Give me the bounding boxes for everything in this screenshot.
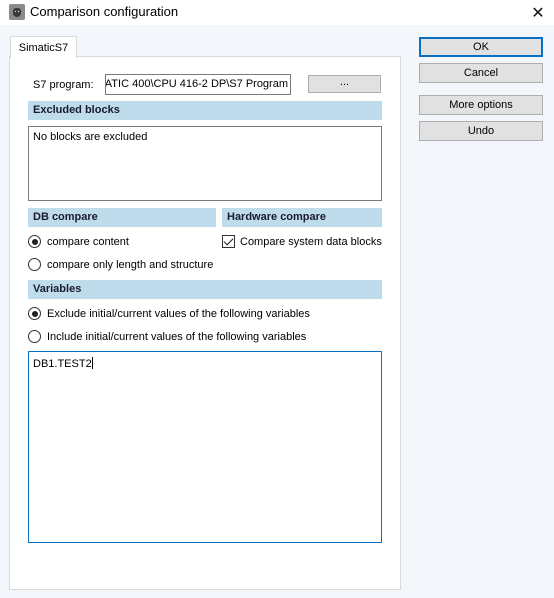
radio-exclude-values[interactable]: Exclude initial/current values of the fo… bbox=[28, 307, 310, 320]
radio-compare-length-structure[interactable]: compare only length and structure bbox=[28, 258, 213, 271]
radio-label: compare only length and structure bbox=[47, 258, 214, 271]
excluded-blocks-header: Excluded blocks bbox=[28, 101, 382, 120]
radio-include-values[interactable]: Include initial/current values of the fo… bbox=[28, 330, 306, 343]
app-dog-icon bbox=[9, 4, 25, 20]
more-options-button[interactable]: More options bbox=[419, 95, 543, 115]
variables-text: DB1.TEST2 bbox=[33, 358, 92, 370]
tab-simatics7[interactable]: SimaticS7 bbox=[10, 36, 77, 58]
checkbox-compare-system-data-blocks[interactable]: Compare system data blocks bbox=[222, 235, 382, 248]
radio-label: Include initial/current values of the fo… bbox=[47, 330, 307, 343]
ok-button[interactable]: OK bbox=[419, 37, 543, 57]
radio-button[interactable] bbox=[28, 258, 41, 271]
db-compare-header: DB compare bbox=[28, 208, 216, 227]
hardware-compare-header: Hardware compare bbox=[222, 208, 382, 227]
s7-program-label: S7 program: bbox=[33, 79, 94, 91]
radio-button[interactable] bbox=[28, 235, 41, 248]
window-title: Comparison configuration bbox=[30, 4, 179, 19]
checkbox-label: Compare system data blocks bbox=[240, 235, 382, 248]
excluded-blocks-list[interactable]: No blocks are excluded bbox=[28, 126, 382, 201]
variables-textarea[interactable]: DB1.TEST2 bbox=[28, 351, 382, 543]
list-item: No blocks are excluded bbox=[33, 131, 148, 143]
cancel-button[interactable]: Cancel bbox=[419, 63, 543, 83]
radio-label: compare content bbox=[47, 235, 129, 248]
s7-program-value: SIMATIC 400\CPU 416-2 DP\S7 Program bbox=[105, 78, 288, 90]
close-button[interactable]: ✕ bbox=[522, 0, 554, 25]
radio-button[interactable] bbox=[28, 330, 41, 343]
text-caret bbox=[91, 357, 93, 369]
checkbox[interactable] bbox=[222, 235, 235, 248]
radio-label: Exclude initial/current values of the fo… bbox=[47, 307, 310, 320]
browse-button[interactable]: ... bbox=[308, 75, 381, 93]
radio-button[interactable] bbox=[28, 307, 41, 320]
radio-compare-content[interactable]: compare content bbox=[28, 235, 129, 248]
undo-button[interactable]: Undo bbox=[419, 121, 543, 141]
title-bar: Comparison configuration ✕ bbox=[0, 0, 554, 25]
s7-program-field[interactable]: SIMATIC 400\CPU 416-2 DP\S7 Program bbox=[105, 74, 291, 95]
variables-header: Variables bbox=[28, 280, 382, 299]
